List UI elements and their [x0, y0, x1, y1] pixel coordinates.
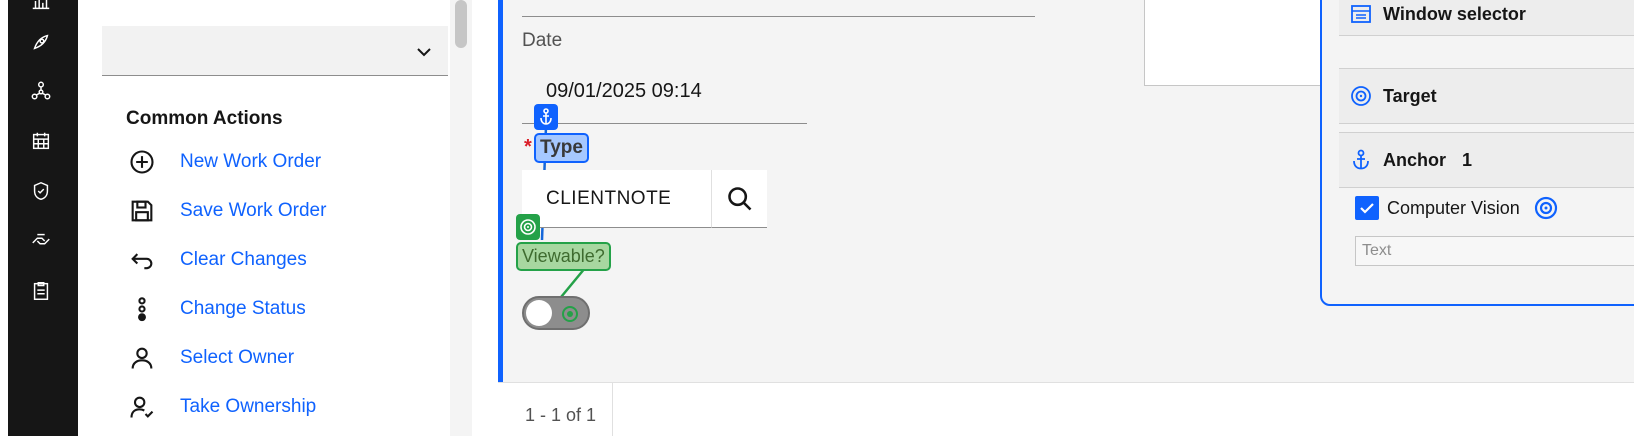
computer-vision-row: Computer Vision	[1355, 196, 1558, 220]
text-placeholder: Text	[1362, 242, 1392, 259]
user-check-icon	[126, 391, 158, 423]
add-circle-icon	[126, 146, 158, 178]
take-ownership-action[interactable]: Take Ownership	[126, 391, 316, 423]
toggle-knob	[526, 300, 552, 326]
panel-scrollbar[interactable]	[450, 0, 472, 436]
clear-changes-action[interactable]: Clear Changes	[126, 244, 307, 276]
type-lookup-button[interactable]	[711, 170, 767, 228]
target-icon[interactable]	[1534, 196, 1558, 220]
footer-divider	[612, 383, 613, 436]
checkmark-icon	[1360, 203, 1374, 214]
target-label: Target	[1383, 85, 1437, 106]
rail-edge	[0, 0, 8, 436]
anchor-icon	[534, 104, 558, 130]
clipboard-icon[interactable]	[28, 278, 54, 304]
action-label: Clear Changes	[180, 249, 307, 270]
text-field[interactable]: Text	[1355, 236, 1634, 266]
rocket-icon[interactable]	[28, 29, 54, 55]
hands-icon[interactable]	[28, 228, 54, 254]
window-icon	[1349, 2, 1373, 26]
undo-icon	[126, 244, 158, 276]
viewable-toggle[interactable]	[522, 296, 590, 330]
change-status-action[interactable]: Change Status	[126, 293, 306, 325]
target-icon	[1349, 84, 1373, 108]
save-work-order-action[interactable]: Save Work Order	[126, 195, 326, 227]
user-icon	[126, 342, 158, 374]
selector-panel: Window selector Target Anchor 1 Computer…	[1320, 0, 1634, 306]
date-value: 09/01/2025 09:14	[546, 80, 702, 102]
anchor-icon	[1349, 148, 1373, 172]
window-selector-label: Window selector	[1383, 3, 1526, 24]
date-field[interactable]: 09/01/2025 09:14	[522, 64, 807, 124]
pagination-text: 1 - 1 of 1	[525, 405, 597, 425]
anchor-label: Anchor	[1383, 149, 1446, 170]
select-owner-action[interactable]: Select Owner	[126, 342, 294, 374]
chevron-down-icon	[417, 48, 431, 57]
target-icon	[516, 214, 540, 240]
computer-vision-label: Computer Vision	[1387, 197, 1520, 218]
target-marker-icon	[562, 306, 578, 322]
network-icon[interactable]	[28, 78, 54, 104]
common-actions-title: Common Actions	[126, 108, 283, 129]
viewable-label: Viewable?	[516, 242, 611, 271]
calendar-icon[interactable]	[28, 128, 54, 154]
panel-dropdown[interactable]	[102, 26, 448, 76]
action-label: Select Owner	[180, 347, 295, 368]
type-label: Type	[534, 133, 589, 163]
new-work-order-action[interactable]: New Work Order	[126, 146, 321, 178]
action-label: Take Ownership	[180, 396, 317, 417]
action-label: New Work Order	[180, 151, 322, 172]
type-input[interactable]: CLIENTNOTE	[522, 170, 712, 228]
chart-bar-icon[interactable]	[28, 0, 54, 14]
save-icon	[126, 195, 158, 227]
type-value: CLIENTNOTE	[546, 188, 672, 209]
search-icon	[727, 186, 751, 210]
target-row[interactable]: Target	[1339, 68, 1634, 124]
anchor-count: 1	[1462, 149, 1473, 170]
scrollbar-thumb[interactable]	[455, 0, 467, 48]
required-marker: *	[524, 136, 532, 158]
status-dots-icon	[126, 293, 158, 325]
window-selector-row[interactable]: Window selector	[1339, 0, 1634, 36]
shield-check-icon[interactable]	[28, 178, 54, 204]
list-footer: 1 - 1 of 1	[498, 382, 1634, 436]
anchor-row[interactable]: Anchor 1	[1339, 132, 1634, 188]
action-label: Save Work Order	[180, 200, 327, 221]
side-card	[1144, 0, 1344, 86]
focus-indicator	[498, 0, 503, 382]
field-divider	[522, 16, 1035, 17]
computer-vision-checkbox[interactable]	[1355, 196, 1379, 220]
left-nav-rail	[0, 0, 78, 436]
action-label: Change Status	[180, 298, 306, 319]
date-label: Date	[522, 30, 563, 51]
